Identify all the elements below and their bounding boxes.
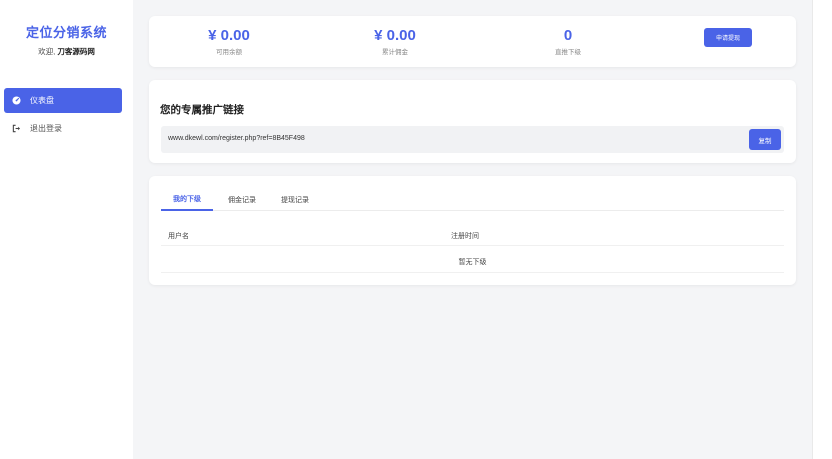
column-header-username: 用户名 — [168, 233, 189, 240]
main-content: ¥ 0.00 可用余额 ¥ 0.00 累计佣金 0 直推下级 申请提现 您的专属… — [133, 0, 812, 459]
sidebar: 定位分销系统 欢迎, 刀客源码网 仪表盘 退出登录 — [0, 0, 133, 459]
app-root: 定位分销系统 欢迎, 刀客源码网 仪表盘 退出登录 ¥ 0.00 可用余额 ¥ … — [0, 0, 832, 459]
promo-link-card: 您的专属推广链接 www.dkewl.com/register.php?ref=… — [149, 80, 796, 163]
welcome-prefix: 欢迎, — [38, 47, 58, 56]
sidebar-item-label: 退出登录 — [30, 124, 62, 133]
direct-referrals-value: 0 — [563, 27, 573, 44]
tab-my-referrals[interactable]: 我的下级 — [161, 188, 213, 211]
direct-referrals-label: 直推下级 — [555, 49, 581, 56]
promo-link-text[interactable]: www.dkewl.com/register.php?ref=8B45F498 — [168, 135, 305, 142]
sidebar-item-label: 仪表盘 — [30, 96, 54, 105]
total-commission-label: 累计佣金 — [382, 49, 408, 56]
copy-button[interactable]: 复制 — [749, 129, 781, 150]
brand-title: 定位分销系统 — [25, 25, 107, 40]
withdraw-button[interactable]: 申请提现 — [704, 28, 752, 47]
tab-withdraw-records[interactable]: 提现记录 — [272, 188, 318, 211]
sidebar-item-dashboard[interactable]: 仪表盘 — [4, 88, 122, 113]
right-scroll-area — [812, 0, 832, 459]
total-commission-stat: ¥ 0.00 累计佣金 — [325, 27, 465, 57]
promo-title: 您的专属推广链接 — [160, 104, 244, 116]
records-tabs: 我的下级 佣金记录 提现记录 — [161, 188, 784, 211]
welcome-text: 欢迎, 刀客源码网 — [0, 46, 133, 57]
empty-state-row: 暂无下级 — [161, 251, 784, 273]
available-balance-label: 可用余额 — [216, 49, 242, 56]
records-card: 我的下级 佣金记录 提现记录 用户名 注册时间 暂无下级 — [149, 176, 796, 285]
logout-icon — [12, 124, 21, 133]
column-header-register-time: 注册时间 — [451, 233, 479, 240]
sidebar-item-logout[interactable]: 退出登录 — [4, 116, 122, 141]
available-balance-stat: ¥ 0.00 可用余额 — [159, 27, 299, 57]
direct-referrals-stat: 0 直推下级 — [498, 27, 638, 57]
total-commission-value: ¥ 0.00 — [374, 27, 416, 44]
username: 刀客源码网 — [57, 47, 95, 56]
available-balance-value: ¥ 0.00 — [208, 27, 250, 44]
dashboard-icon — [12, 96, 21, 105]
table-header: 用户名 注册时间 — [161, 225, 784, 246]
tab-commission-records[interactable]: 佣金记录 — [219, 188, 265, 211]
promo-link-box: www.dkewl.com/register.php?ref=8B45F498 … — [161, 126, 784, 153]
stats-card: ¥ 0.00 可用余额 ¥ 0.00 累计佣金 0 直推下级 申请提现 — [149, 16, 796, 67]
